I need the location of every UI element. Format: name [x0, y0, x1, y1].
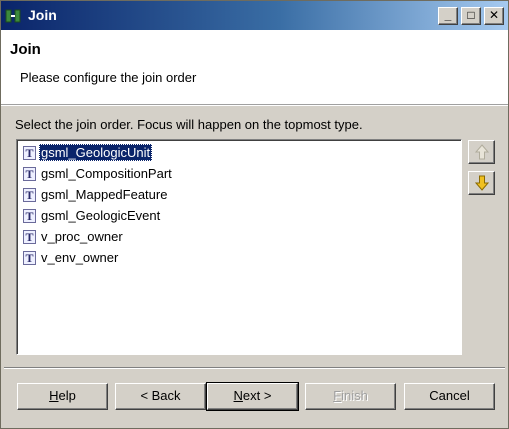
title-bar[interactable]: Join _ □ ✕: [1, 1, 508, 30]
finish-button[interactable]: Finish: [305, 383, 396, 410]
feature-type-icon: T: [23, 166, 36, 181]
page-title: Join: [10, 41, 41, 58]
list-item[interactable]: Tgsml_GeologicUnit: [23, 143, 153, 162]
join-dialog: Join _ □ ✕ Join Please configure the joi…: [0, 0, 509, 429]
feature-type-icon: T: [23, 208, 36, 223]
feature-type-icon: T: [23, 187, 36, 202]
move-down-button[interactable]: [468, 171, 495, 195]
move-up-button[interactable]: [468, 140, 495, 164]
button-bar-divider: [4, 367, 505, 369]
close-button[interactable]: ✕: [484, 7, 504, 25]
help-button[interactable]: Help: [17, 383, 108, 410]
minimize-button[interactable]: _: [438, 7, 458, 25]
join-app-icon: [5, 9, 21, 23]
cancel-button[interactable]: Cancel: [404, 383, 495, 410]
window-title: Join: [28, 7, 57, 23]
up-arrow-icon: [474, 144, 489, 160]
wizard-header: Join Please configure the join order: [1, 30, 508, 105]
list-item-label: gsml_GeologicUnit: [39, 144, 153, 161]
join-order-list[interactable]: Tgsml_GeologicUnit Tgsml_CompositionPart T…: [16, 139, 462, 355]
list-item-label: v_proc_owner: [41, 229, 123, 244]
instruction-label: Select the join order. Focus will happen…: [15, 117, 363, 132]
list-item-label: gsml_GeologicEvent: [41, 208, 161, 223]
back-button[interactable]: < Back: [115, 383, 206, 410]
list-item[interactable]: Tgsml_MappedFeature: [23, 185, 169, 204]
page-description: Please configure the join order: [20, 70, 197, 85]
list-item-label: v_env_owner: [41, 250, 119, 265]
list-item[interactable]: Tgsml_CompositionPart: [23, 164, 174, 183]
maximize-button[interactable]: □: [461, 7, 481, 25]
list-item[interactable]: Tgsml_GeologicEvent: [23, 206, 162, 225]
feature-type-icon: T: [23, 250, 36, 265]
feature-type-icon: T: [23, 145, 36, 160]
list-item[interactable]: Tv_proc_owner: [23, 227, 125, 246]
list-item-label: gsml_MappedFeature: [41, 187, 168, 202]
list-item[interactable]: Tv_env_owner: [23, 248, 120, 267]
header-divider: [1, 105, 508, 106]
list-item-label: gsml_CompositionPart: [41, 166, 172, 181]
down-arrow-icon: [474, 175, 489, 191]
feature-type-icon: T: [23, 229, 36, 244]
next-button[interactable]: Next >: [206, 382, 299, 411]
